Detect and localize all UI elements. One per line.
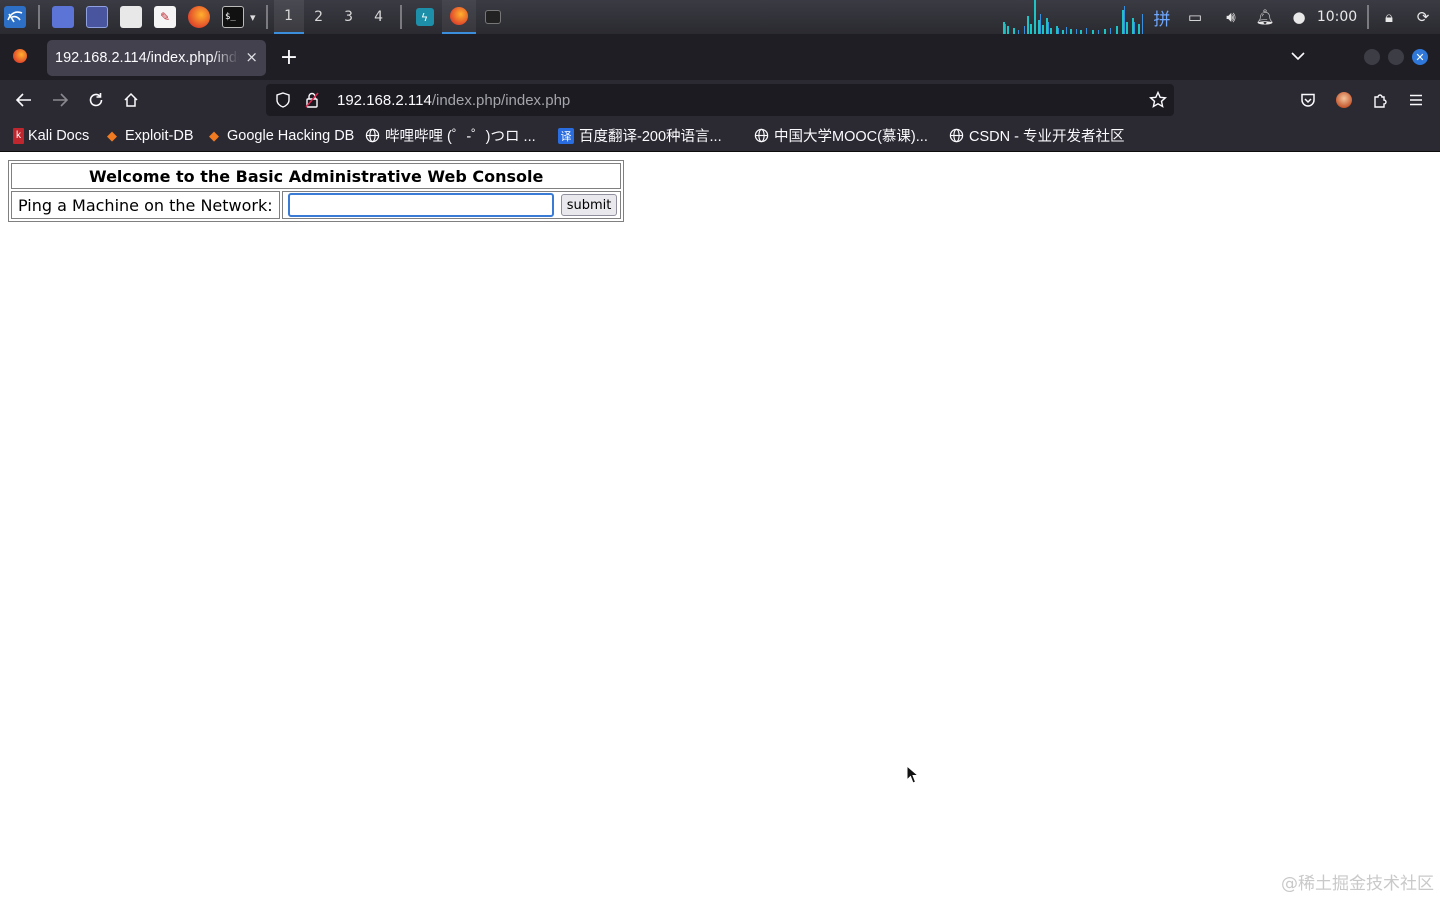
bookmark-label: Exploit-DB	[125, 127, 194, 144]
input-method-indicator[interactable]: 拼	[1150, 0, 1174, 34]
kali-docs-icon: k	[13, 127, 24, 144]
exploit-db-icon: ◆	[107, 127, 117, 143]
home-button[interactable]	[117, 86, 145, 114]
maximize-button[interactable]	[1388, 49, 1404, 65]
address-bar[interactable]: 192.168.2.114/index.php/index.php	[266, 84, 1174, 116]
baidu-translate-icon: 译	[558, 127, 574, 144]
bookmark-csdn[interactable]: CSDN - 专业开发者社区	[948, 120, 1124, 151]
notifications-icon[interactable]: 🔔︎	[1254, 0, 1276, 34]
bookmark-star-icon[interactable]	[1148, 90, 1168, 110]
globe-icon	[753, 128, 769, 144]
firefox-launcher-icon[interactable]	[188, 6, 210, 28]
globe-icon	[364, 128, 380, 144]
taskbar-terminal-icon[interactable]	[476, 0, 510, 34]
bookmark-label: Google Hacking DB	[227, 127, 355, 144]
globe-icon	[948, 128, 964, 144]
mouse-cursor-icon	[906, 765, 920, 784]
ping-form-cell: submit	[281, 191, 622, 219]
console-heading: Welcome to the Basic Administrative Web …	[11, 163, 622, 189]
ping-label: Ping a Machine on the Network:	[11, 191, 280, 219]
page-content: Welcome to the Basic Administrative Web …	[0, 152, 1440, 900]
window-close-button[interactable]: ✕	[1412, 49, 1428, 65]
list-all-tabs-icon[interactable]	[1288, 46, 1308, 66]
taskbar-firefox-icon[interactable]	[441, 0, 476, 34]
new-tab-button[interactable]: +	[278, 45, 300, 70]
insecure-connection-icon[interactable]	[304, 92, 320, 108]
workspace-3[interactable]: 3	[334, 0, 364, 34]
clock[interactable]: 10:00	[1314, 0, 1360, 34]
bookmark-label: 中国大学MOOC(慕课)...	[774, 129, 928, 145]
ping-host-input[interactable]	[287, 193, 554, 217]
bookmark-label: 哔哩哔哩 (゜-゜)つロ ...	[385, 129, 536, 145]
volume-icon[interactable]: 🔊︎	[1219, 0, 1243, 34]
panel-separator	[399, 5, 402, 29]
url-host: 192.168.2.114	[337, 91, 432, 109]
tab-active[interactable]: 192.168.2.114/index.php/index.php ×	[47, 40, 266, 76]
watermark: @稀土掘金技术社区	[1281, 874, 1434, 894]
nav-toolbar: 192.168.2.114/index.php/index.php	[0, 80, 1440, 120]
url-path: /index.php/index.php	[431, 91, 571, 109]
logout-icon[interactable]: ⟳	[1412, 0, 1434, 34]
display-icon[interactable]: ▭	[1184, 0, 1206, 34]
workspace-1[interactable]: 1	[273, 0, 304, 34]
screen-icon[interactable]	[86, 6, 108, 28]
panel-separator	[265, 5, 268, 29]
show-desktop-icon[interactable]	[52, 6, 74, 28]
terminal-launcher-icon[interactable]: $_	[222, 6, 244, 28]
submit-button[interactable]: submit	[560, 194, 618, 216]
taskbar-burp-icon[interactable]: ϟ	[408, 0, 442, 34]
panel-separator	[38, 5, 40, 29]
tab-title: 192.168.2.114/index.php/index.php	[55, 50, 239, 66]
url-text[interactable]: 192.168.2.114/index.php/index.php	[337, 92, 570, 109]
bookmark-label: CSDN - 专业开发者社区	[969, 129, 1125, 145]
reload-button[interactable]	[82, 86, 110, 114]
cpu-graph	[1003, 0, 1143, 34]
tab-strip: 192.168.2.114/index.php/index.php × +	[0, 34, 1440, 80]
back-button[interactable]	[10, 86, 38, 114]
account-avatar-icon[interactable]	[1330, 86, 1358, 114]
bookmark-icourse-mooc[interactable]: 中国大学MOOC(慕课)...	[753, 120, 928, 151]
workspace-4[interactable]: 4	[364, 0, 394, 34]
bookmark-label: 百度翻译-200种语言...	[579, 129, 722, 145]
desktop-panel: ✎ $_ ▾ 1 2 3 4 ϟ 拼 ▭ 🔊︎ 🔔︎ ● 10:00 🔒︎ ⟳	[0, 0, 1440, 34]
bookmark-label: Kali Docs	[28, 127, 90, 144]
file-manager-icon[interactable]	[120, 6, 142, 28]
bookmark-exploit-db[interactable]: ◆ Exploit-DB	[104, 120, 194, 151]
extensions-icon[interactable]	[1366, 86, 1394, 114]
text-editor-icon[interactable]: ✎	[154, 6, 176, 28]
minimize-button[interactable]	[1364, 49, 1380, 65]
ghdb-icon: ◆	[209, 127, 219, 143]
firefox-view-icon[interactable]	[10, 46, 30, 66]
forward-button[interactable]	[46, 86, 74, 114]
lock-screen-icon[interactable]: 🔒︎	[1378, 0, 1400, 34]
terminal-dropdown-icon[interactable]: ▾	[250, 11, 256, 24]
tracking-protection-shield-icon[interactable]	[275, 92, 291, 108]
bookmarks-toolbar: k Kali Docs ◆ Exploit-DB ◆ Google Hackin…	[0, 120, 1440, 152]
tab-close-icon[interactable]: ×	[245, 48, 258, 66]
power-manager-icon[interactable]: ●	[1290, 0, 1308, 34]
app-menu-icon[interactable]	[1402, 86, 1430, 114]
pocket-icon[interactable]	[1294, 86, 1322, 114]
bookmark-google-hacking-db[interactable]: ◆ Google Hacking DB	[206, 120, 354, 151]
bookmark-bilibili[interactable]: 哔哩哔哩 (゜-゜)つロ ...	[364, 120, 536, 151]
kali-menu-icon[interactable]	[4, 6, 26, 28]
admin-console-table: Welcome to the Basic Administrative Web …	[8, 160, 625, 222]
bookmark-baidu-translate[interactable]: 译 百度翻译-200种语言...	[558, 120, 722, 151]
bookmark-kali-docs[interactable]: k Kali Docs	[13, 120, 89, 151]
workspace-2[interactable]: 2	[304, 0, 334, 34]
panel-separator	[1367, 5, 1369, 29]
